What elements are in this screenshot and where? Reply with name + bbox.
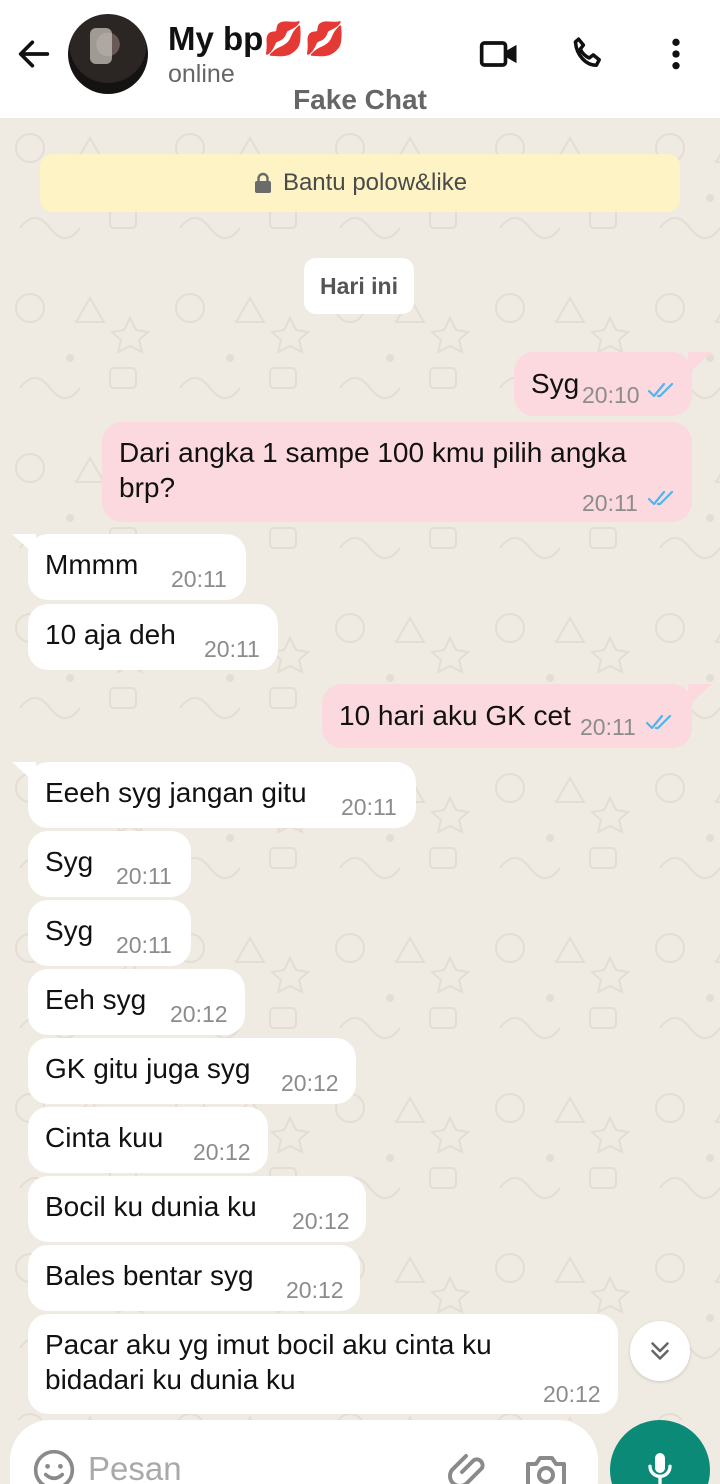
avatar[interactable] [68, 14, 148, 94]
message-text: Eeh syg [45, 984, 147, 1015]
message-incoming[interactable]: Eeeh syg jangan gitu 20:11 [28, 762, 416, 828]
message-outgoing[interactable]: 10 hari aku GK cet 20:11 [322, 684, 692, 748]
video-call-button[interactable] [476, 30, 524, 78]
voice-call-button[interactable] [564, 30, 612, 78]
lock-icon [254, 172, 271, 193]
message-incoming[interactable]: Mmmm 20:11 [28, 534, 246, 600]
message-text: GK gitu juga syg [45, 1053, 251, 1084]
message-time: 20:12 [281, 1070, 339, 1096]
encryption-notice[interactable]: Bantu polow&like [40, 154, 680, 212]
message-incoming[interactable]: Syg 20:11 [28, 831, 191, 897]
message-time: 20:11 [341, 794, 397, 820]
chat-header: My bp💋💋 online Fake Chat [0, 0, 720, 118]
camera-icon[interactable] [522, 1448, 570, 1484]
message-incoming[interactable]: Pacar aku yg imut bocil aku cinta ku bid… [28, 1314, 618, 1414]
double-check-icon [648, 490, 674, 506]
message-text: Pacar aku yg imut bocil aku cinta ku bid… [45, 1329, 492, 1395]
message-text: 10 aja deh [45, 619, 176, 650]
message-incoming[interactable]: Bocil ku dunia ku 20:12 [28, 1176, 366, 1242]
message-incoming[interactable]: Syg 20:11 [28, 900, 191, 966]
back-button[interactable] [12, 30, 56, 78]
message-outgoing[interactable]: Dari angka 1 sampe 100 kmu pilih angka b… [102, 422, 692, 522]
message-time: 20:11 [582, 490, 638, 516]
message-incoming[interactable]: Cinta kuu 20:12 [28, 1107, 268, 1173]
scroll-to-bottom-button[interactable] [630, 1321, 690, 1381]
message-text: Bocil ku dunia ku [45, 1191, 257, 1222]
smiley-icon[interactable] [32, 1448, 76, 1484]
message-time: 20:11 [171, 566, 227, 592]
contact-name[interactable]: My bp💋💋 [168, 20, 346, 59]
message-incoming[interactable]: 10 aja deh 20:11 [28, 604, 278, 670]
message-composer [10, 1420, 598, 1484]
phone-icon [573, 37, 601, 67]
message-time: 20:11 [580, 714, 636, 740]
chat-area[interactable]: Bantu polow&like Hari ini Syg 20:10 Dari… [0, 118, 720, 1420]
voice-record-button[interactable] [610, 1420, 710, 1484]
message-text: Cinta kuu [45, 1122, 164, 1153]
message-text: Syg [531, 368, 580, 399]
message-incoming[interactable]: GK gitu juga syg 20:12 [28, 1038, 356, 1104]
message-incoming[interactable]: Eeh syg 20:12 [28, 969, 245, 1035]
message-input[interactable] [88, 1444, 388, 1484]
date-separator: Hari ini [304, 258, 414, 314]
double-chevron-down-icon [651, 1342, 669, 1360]
paperclip-icon[interactable] [446, 1448, 494, 1484]
double-check-icon [646, 714, 672, 730]
message-text: 10 hari aku GK cet [339, 700, 571, 731]
message-time: 20:11 [204, 636, 260, 662]
message-text: Bales bentar syg [45, 1260, 254, 1291]
page-title: Fake Chat [293, 84, 427, 115]
notice-text: Bantu polow&like [282, 169, 468, 196]
message-text: Syg [45, 915, 94, 946]
message-text: Mmmm [45, 549, 139, 580]
message-time: 20:12 [286, 1277, 344, 1303]
message-incoming[interactable]: Bales bentar syg 20:12 [28, 1245, 360, 1311]
message-time: 20:12 [543, 1381, 601, 1407]
message-time: 20:11 [116, 863, 172, 889]
more-options-button[interactable] [652, 30, 700, 78]
message-time: 20:11 [116, 932, 172, 958]
message-time: 20:12 [193, 1139, 251, 1165]
message-outgoing[interactable]: Syg 20:10 [514, 352, 692, 416]
double-check-icon [648, 382, 674, 398]
message-time: 20:12 [170, 1001, 228, 1027]
message-time: 20:10 [582, 382, 640, 408]
video-camera-icon [479, 41, 517, 67]
message-time: 20:12 [292, 1208, 350, 1234]
message-text: Eeeh syg jangan gitu [45, 777, 307, 808]
message-text: Syg [45, 846, 94, 877]
three-dots-vertical-icon [672, 38, 680, 70]
microphone-icon [648, 1453, 672, 1484]
arrow-left-icon [18, 40, 50, 68]
